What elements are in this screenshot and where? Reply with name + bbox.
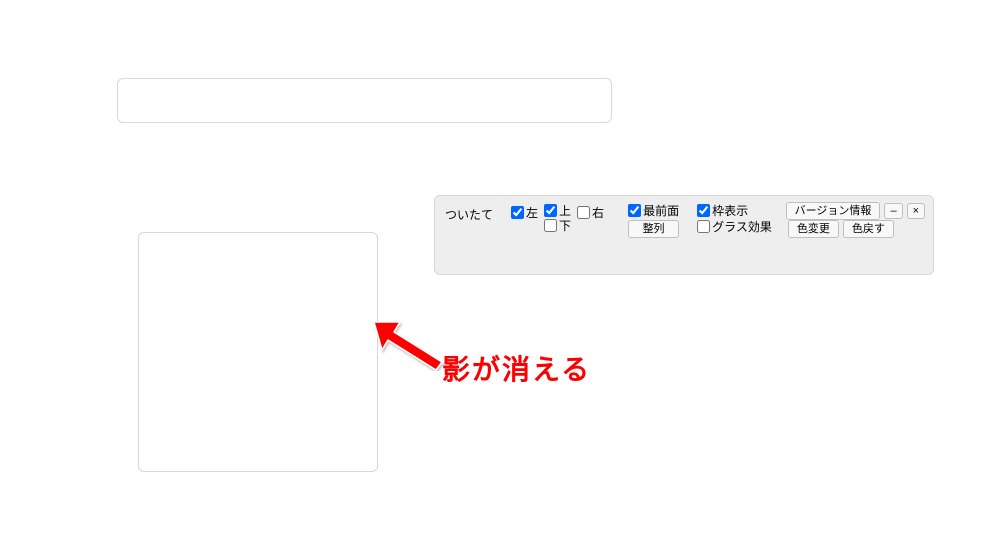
close-button[interactable]: ×	[907, 203, 925, 219]
checkbox-glass[interactable]: グラス効果	[697, 220, 772, 233]
checkbox-top-label: 上	[559, 205, 571, 217]
control-panel: ついたて 左 上 下 右 最前面 整列	[434, 195, 934, 275]
checkbox-bottom[interactable]: 下	[544, 219, 571, 232]
checkbox-bottom-input[interactable]	[544, 219, 557, 232]
checkbox-border-input[interactable]	[697, 204, 710, 217]
checkbox-left-label: 左	[526, 207, 538, 219]
align-button[interactable]: 整列	[628, 220, 679, 238]
checkbox-border-label: 枠表示	[712, 205, 748, 217]
version-button[interactable]: バージョン情報	[786, 202, 881, 220]
empty-panel-top	[117, 78, 612, 123]
checkbox-bottom-label: 下	[559, 220, 571, 232]
minimize-button[interactable]: –	[884, 203, 902, 219]
checkbox-border[interactable]: 枠表示	[697, 204, 772, 217]
color-reset-button[interactable]: 色戻す	[843, 220, 894, 238]
panel-title: ついたて	[445, 204, 497, 223]
checkbox-glass-label: グラス効果	[712, 221, 772, 233]
checkbox-left-input[interactable]	[511, 206, 524, 219]
checkbox-foremost[interactable]: 最前面	[628, 204, 679, 217]
empty-panel-left	[138, 232, 378, 472]
color-change-button[interactable]: 色変更	[788, 220, 839, 238]
checkbox-left[interactable]: 左	[511, 204, 538, 219]
checkbox-foremost-label: 最前面	[643, 205, 679, 217]
checkbox-top-input[interactable]	[544, 204, 557, 217]
checkbox-top[interactable]: 上	[544, 204, 571, 217]
checkbox-foremost-input[interactable]	[628, 204, 641, 217]
checkbox-right-input[interactable]	[577, 206, 590, 219]
checkbox-glass-input[interactable]	[697, 220, 710, 233]
callout-text: 影が消える	[442, 348, 591, 388]
callout-arrow	[372, 316, 452, 371]
checkbox-right[interactable]: 右	[577, 204, 604, 219]
checkbox-right-label: 右	[592, 207, 604, 219]
